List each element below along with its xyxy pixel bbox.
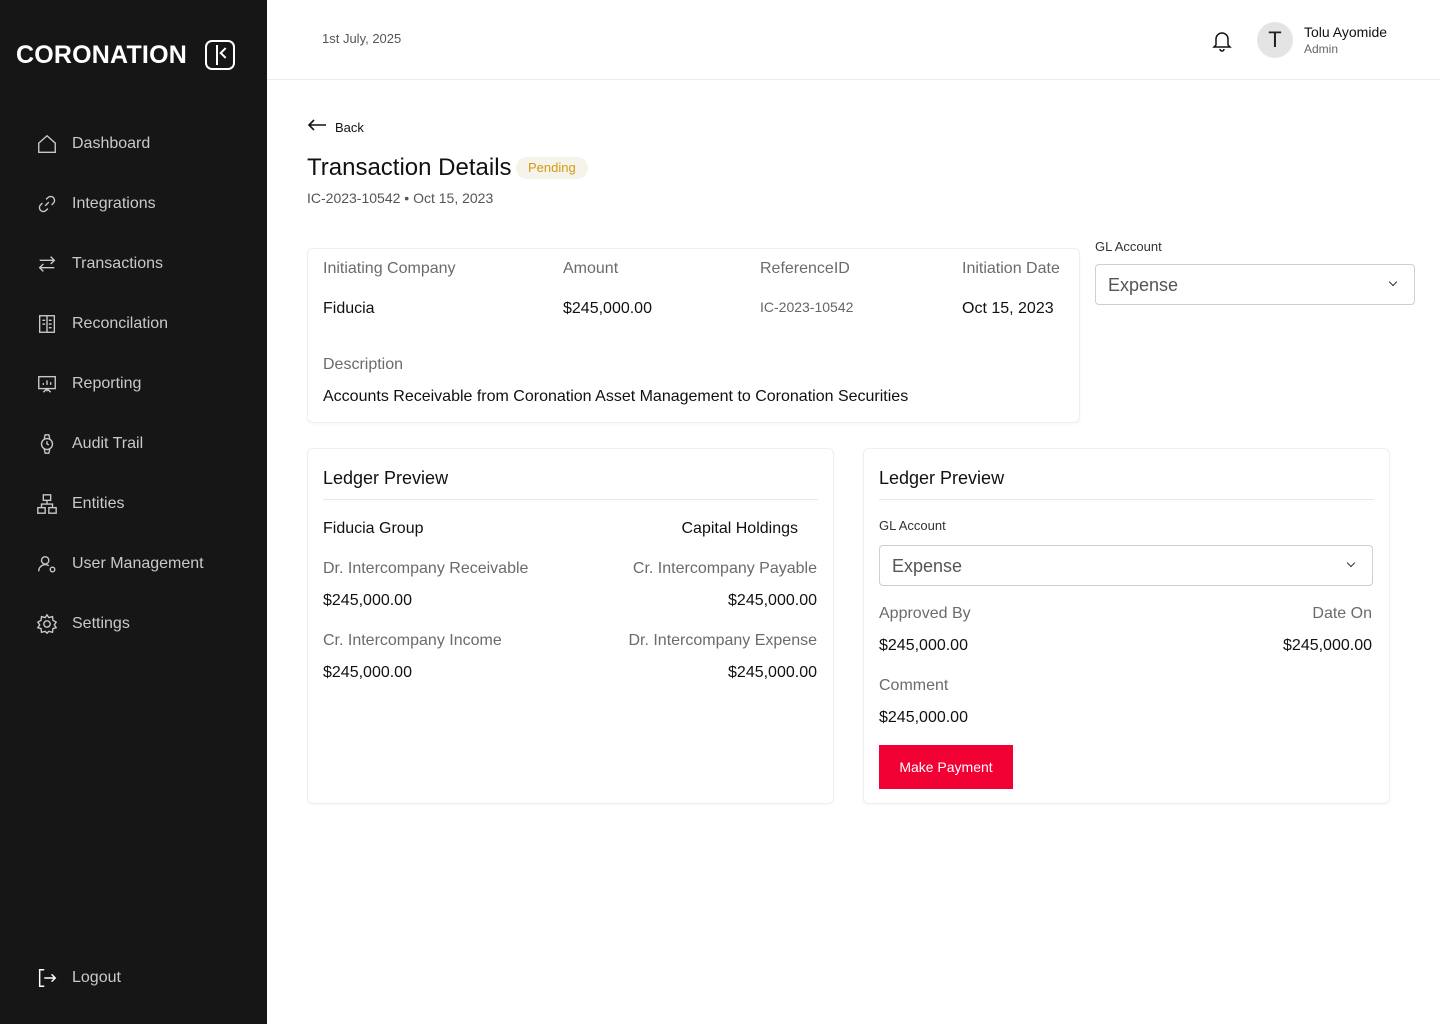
arrows-swap-icon [36,253,58,275]
sidebar-item-settings[interactable]: Settings [36,604,246,644]
initiation-date-value: Oct 15, 2023 [962,300,1054,317]
logout-button[interactable]: Logout [36,958,121,998]
ledger-entry-label: Cr. Intercompany Payable [632,560,817,577]
initiating-company-value: Fiducia [323,300,375,317]
amount-label: Amount [563,260,619,277]
ledger-entry-label: Cr. Intercompany Income [323,632,502,649]
home-icon [36,133,58,155]
sidebar-item-label: Reporting [72,375,142,392]
make-payment-button[interactable]: Make Payment [879,745,1013,789]
approved-by-value: $245,000.00 [879,637,968,654]
ledger-entry-amount: $245,000.00 [728,592,817,609]
ledger-entry-amount: $245,000.00 [323,664,412,681]
back-button[interactable]: Back [307,118,364,137]
ledger-preview-title: Ledger Preview [323,468,449,488]
logout-icon [36,967,58,989]
gl-account-select[interactable]: Expense [1095,264,1415,305]
ledger-entry-label: Dr. Intercompany Expense [628,632,817,649]
user-gear-icon [36,553,58,575]
ledger-preview-card: Ledger Preview Fiducia Group Capital Hol… [307,448,834,804]
presentation-chart-icon [36,373,58,395]
sidebar-item-label: Audit Trail [72,435,144,452]
sidebar-item-user-management[interactable]: User Management [36,544,246,584]
comment-label: Comment [879,677,949,694]
ledger-entry-amount: $245,000.00 [323,592,412,609]
gl-account-value: Expense [892,556,963,576]
avatar[interactable]: T [1257,22,1293,58]
ledger-preview-approval-card: Ledger Preview GL Account Expense Approv… [863,448,1390,804]
link-icon [36,193,58,215]
user-name: Tolu Ayomide [1304,24,1388,40]
sidebar-item-label: Entities [72,495,125,512]
sidebar-item-reconcilation[interactable]: Reconcilation [36,304,246,344]
transaction-details-card: Initiating Company Fiducia Amount $245,0… [307,248,1080,423]
logo-text: CORONATION [16,40,187,69]
date-on-value: $245,000.00 [1283,637,1372,654]
reference-id-value: IC-2023-10542 [760,299,854,315]
bell-icon[interactable] [1210,28,1234,52]
gl-account-value: Expense [1108,275,1179,295]
sidebar-item-transactions[interactable]: Transactions [36,244,246,284]
ledger-book-icon [36,313,58,335]
description-value: Accounts Receivable from Coronation Asse… [323,388,909,405]
hierarchy-icon [36,493,58,515]
chevron-down-icon [1388,277,1398,287]
header-date: 1st July, 2025 [322,31,402,46]
date-on-label: Date On [1312,605,1372,622]
comment-value: $245,000.00 [879,709,968,726]
gear-icon [36,613,58,635]
initiation-date-label: Initiation Date [962,260,1060,277]
reference-id-label: ReferenceID [760,260,850,277]
ledger-entry-label: Dr. Intercompany Receivable [323,560,529,577]
sidebar-item-label: Integrations [72,195,156,212]
sidebar-collapse-icon[interactable] [204,40,235,70]
sidebar-item-dashboard[interactable]: Dashboard [36,124,246,164]
page-subtitle: IC-2023-10542 • Oct 15, 2023 [307,190,494,206]
arrow-left-icon [307,118,327,137]
sidebar-item-label: User Management [72,555,204,572]
approved-by-label: Approved By [879,605,971,622]
brand-logo: CORONATION [16,40,235,70]
divider [879,499,1374,500]
gl-account-select[interactable]: Expense [879,545,1373,586]
gl-account-label: GL Account [1095,239,1162,254]
top-header: 1st July, 2025 T Tolu Ayomide Admin [267,0,1440,80]
user-role: Admin [1304,42,1339,56]
sidebar: CORONATION Dashboard Integrations Transa… [0,0,267,1024]
page-title: Transaction Details [307,154,512,181]
watch-icon [36,433,58,455]
ledger-entry-amount: $245,000.00 [728,664,817,681]
ledger-preview-title: Ledger Preview [879,468,1005,488]
logout-label: Logout [72,969,121,986]
sidebar-item-entities[interactable]: Entities [36,484,246,524]
sidebar-item-label: Reconcilation [72,315,169,332]
gl-account-label: GL Account [879,518,946,533]
sidebar-nav: Dashboard Integrations Transactions Reco… [36,124,246,664]
amount-value: $245,000.00 [563,300,652,317]
description-label: Description [323,356,404,373]
sidebar-item-label: Dashboard [72,135,151,152]
sidebar-item-label: Transactions [72,255,163,272]
left-entity-name: Fiducia Group [323,520,424,537]
sidebar-item-reporting[interactable]: Reporting [36,364,246,404]
right-entity-name: Capital Holdings [681,520,798,537]
sidebar-item-label: Settings [72,615,130,632]
divider [323,499,818,500]
status-badge: Pending [516,157,588,179]
sidebar-item-integrations[interactable]: Integrations [36,184,246,224]
back-label: Back [335,120,364,135]
initiating-company-label: Initiating Company [323,260,456,277]
chevron-down-icon [1346,558,1356,568]
sidebar-item-audit-trail[interactable]: Audit Trail [36,424,246,464]
